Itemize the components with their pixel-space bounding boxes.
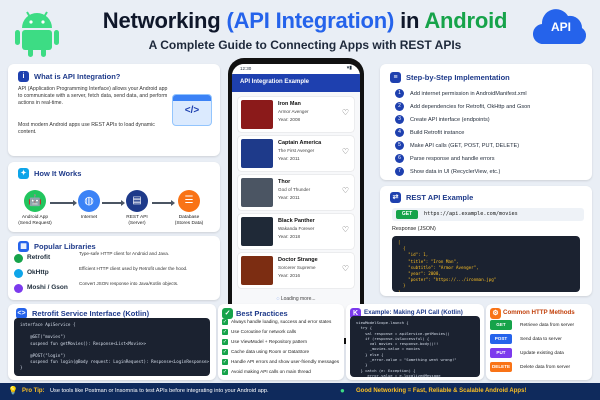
rest-example-title: REST API Example	[406, 193, 474, 202]
footer-bar: 💡 Pro Tip: Use tools like Postman or Ins…	[0, 383, 600, 400]
android-icon-footer: ●	[340, 386, 345, 395]
steps-title: Step-by-Step Implementation	[406, 73, 510, 82]
step-item: 2 Add dependencies for Retrofit, OkHttp a…	[395, 101, 590, 113]
best-practice-item: ✓ Handle API errors and show user-friendl…	[222, 358, 340, 365]
retrofit-title: Retrofit Service Interface (Kotlin)	[32, 309, 150, 318]
how-it-works-title: How It Works	[34, 169, 82, 178]
heart-icon[interactable]: ♡	[342, 147, 349, 156]
poster-image	[241, 100, 273, 129]
poster-image	[241, 256, 273, 285]
moshi-gson-icon	[14, 284, 23, 293]
page-subtitle: A Complete Guide to Connecting Apps with…	[148, 38, 462, 52]
list-icon: ≡	[390, 72, 401, 83]
list-item[interactable]: Black Panther Wakanda Forever Year: 2018 ♡	[238, 214, 354, 249]
api-cloud-label: API	[550, 20, 571, 34]
http-method-put: PUT Update existing data	[490, 348, 564, 358]
best-practices-title: Best Practices	[236, 309, 288, 318]
page-title: Networking (API Integration) in Android	[102, 8, 508, 33]
okhttp-icon	[14, 269, 23, 278]
step-item: 6 Parse response and handle errors	[395, 153, 590, 165]
pro-tip-text: Use tools like Postman or Insomnia to te…	[50, 388, 269, 394]
api-icon: ⇄	[390, 192, 401, 203]
poster-image	[241, 139, 273, 168]
phone-screen: 12:30 ▾▮ API Integration Example Iron Ma…	[232, 64, 360, 338]
example-call-title: Example: Making API Call (Kotlin)	[364, 309, 463, 316]
best-practice-item: ✓ Use ViewModel + Repository pattern	[222, 338, 308, 345]
flow-arrow-3	[152, 200, 175, 205]
list-item[interactable]: Iron Man Armor Avenger Year: 2008 ♡	[238, 97, 354, 132]
signal-icon: ▾▮	[346, 65, 352, 71]
app-bar: API Integration Example	[232, 74, 360, 92]
flow-arrow-2	[102, 200, 125, 205]
method-badge: GET	[396, 210, 418, 219]
list-item[interactable]: Thor God of Thunder Year: 2011 ♡	[238, 175, 354, 210]
server-icon: ▤	[126, 190, 148, 212]
phone-mockup: 12:30 ▾▮ API Integration Example Iron Ma…	[228, 58, 364, 344]
json-response: [ { "id": 1, "title": "Iron Man", "subti…	[392, 236, 580, 292]
step-item: 4 Build Retrofit instance	[395, 127, 590, 139]
loading-text: Loading more...	[280, 296, 316, 302]
node-rest-api: ▤ REST API (Server)	[116, 190, 158, 227]
library-moshi-gson: Moshi / Gson Convert JSON response into …	[14, 281, 214, 301]
step-item: 7 Show data in UI (RecyclerView, etc.)	[395, 166, 590, 178]
poster-image	[241, 178, 273, 207]
slogan: Good Networking = Fast, Reliable & Scala…	[356, 388, 527, 394]
info-icon: i	[18, 71, 29, 82]
android-icon: 🤖	[24, 190, 46, 212]
methods-icon: ⚙	[490, 308, 501, 319]
libraries-title: Popular Libraries	[34, 242, 96, 251]
list-item[interactable]: Captain America The First Avenger Year: 20…	[238, 136, 354, 171]
code-window-icon: </>	[172, 94, 212, 126]
example-call-code: viewModelScope.launch { try { val respon…	[350, 316, 480, 377]
lightbulb-icon: ✦	[18, 168, 29, 179]
best-practice-item: ✓ Avoid making API calls on main thread	[222, 368, 311, 375]
best-practice-item: ✓ Always handle loading, success and erro…	[222, 318, 332, 325]
heart-icon[interactable]: ♡	[342, 186, 349, 195]
app-bar-title: API Integration Example	[240, 79, 310, 85]
retrofit-icon	[14, 254, 23, 263]
list-item[interactable]: Doctor Strange Sorcerer Supreme Year: 2016…	[238, 253, 354, 288]
step-item: 3 Create API interface (endpoints)	[395, 114, 590, 126]
status-time: 12:30	[240, 66, 252, 71]
http-method-get: GET Retrieve data from server	[490, 320, 574, 330]
request-bar: GET https://api.example.com/movies	[392, 208, 584, 221]
http-method-delete: DELETE Delete data from server	[490, 362, 571, 372]
bulb-icon: 💡	[8, 386, 18, 395]
loading-indicator: ◌ Loading more...	[232, 296, 360, 302]
globe-icon: ◍	[78, 190, 100, 212]
step-item: 1 Add internet permission in AndroidManif…	[395, 88, 590, 100]
poster-image	[241, 217, 273, 246]
what-is-api-para2: Most modern Android apps use REST APIs t…	[18, 122, 155, 135]
flow-arrow-1	[50, 200, 77, 205]
heart-icon[interactable]: ♡	[342, 264, 349, 273]
step-item: 5 Make API calls (GET, POST, PUT, DELETE)	[395, 140, 590, 152]
node-android-app: 🤖 Android App (Send Request)	[14, 190, 56, 227]
heart-icon[interactable]: ♡	[342, 225, 349, 234]
http-method-post: POST Send data to server	[490, 334, 562, 344]
heart-icon[interactable]: ♡	[342, 108, 349, 117]
pro-tip-label: Pro Tip:	[22, 388, 45, 394]
database-icon: ☰	[178, 190, 200, 212]
what-is-api-title: What is API Integration?	[34, 72, 121, 81]
request-url: https://api.example.com/movies	[424, 211, 518, 217]
android-logo-left	[14, 6, 60, 58]
node-database: ☰ Database (Stores Data)	[166, 190, 212, 227]
best-practice-item: ✓ Cache data using Room or DataStore	[222, 348, 310, 355]
http-methods-title: Common HTTP Methods	[503, 309, 575, 316]
retrofit-code: interface ApiService { @GET("movies") su…	[14, 318, 210, 376]
api-cloud-icon: API	[530, 6, 592, 50]
status-bar: 12:30 ▾▮	[232, 64, 360, 74]
what-is-api-card: i What is API Integration? API (Applicat…	[8, 64, 220, 156]
best-practice-item: ✓ Use Coroutine for network calls	[222, 328, 297, 335]
response-label: Response (JSON)	[392, 226, 436, 232]
what-is-api-para1: API (Application Programming Interface) …	[18, 86, 168, 106]
